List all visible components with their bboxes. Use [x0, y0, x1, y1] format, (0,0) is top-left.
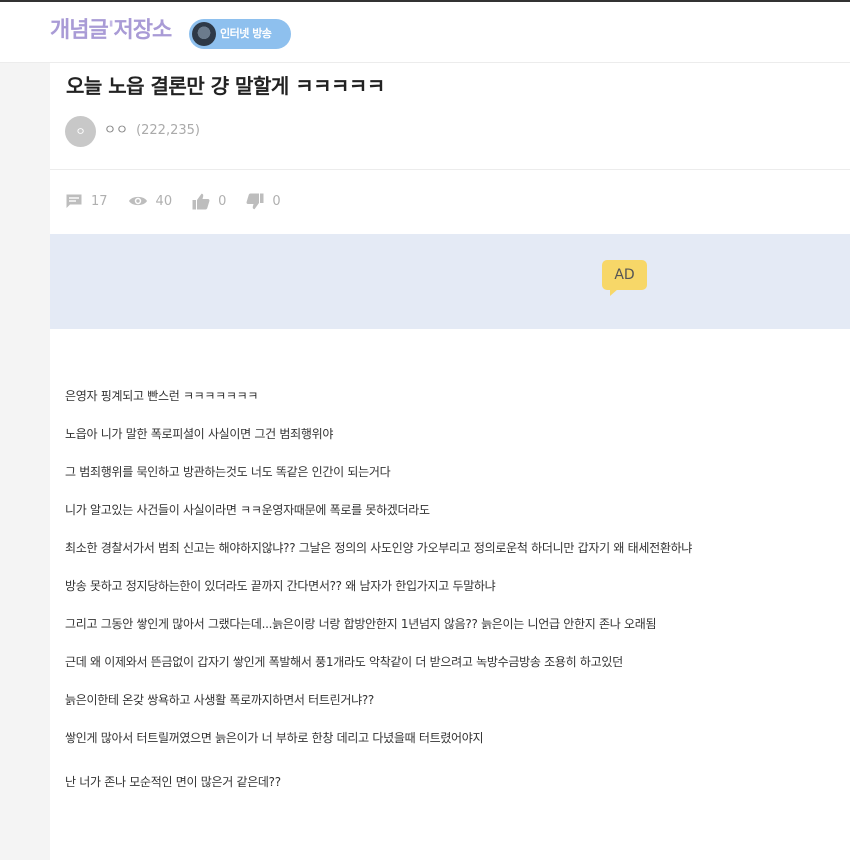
- author-points: (222,235): [136, 123, 200, 138]
- site-logo[interactable]: 개념글'저장소: [50, 16, 172, 46]
- post-body-line: 은영자 핑계되고 빤스런 ㅋㅋㅋㅋㅋㅋㅋ: [65, 389, 259, 403]
- post-body-line: 근데 왜 이제와서 뜬금없이 갑자기 쌓인게 폭발해서 풍1개라도 악착같이 더…: [65, 655, 623, 669]
- post-body: 은영자 핑계되고 빤스런 ㅋㅋㅋㅋㅋㅋㅋ 노읍아 니가 말한 폭로피셜이 사실이…: [65, 386, 835, 810]
- post-body-line: 늙은이한테 온갖 쌍욕하고 사생활 폭로까지하면서 터트린거냐??: [65, 693, 374, 707]
- post-body-line: 니가 알고있는 사건들이 사실이라면 ㅋㅋ운영자때문에 폭로를 못하겠더라도: [65, 503, 430, 517]
- ad-badge-tail: [610, 289, 618, 296]
- divider: [50, 169, 850, 170]
- live-broadcast-badge[interactable]: 인터넷 방송: [189, 19, 291, 49]
- post-container: 오늘 노읍 결론만 걍 말할게 ㅋㅋㅋㅋㅋ ㅇ ㅇㅇ (222,235) 17: [50, 63, 850, 860]
- post-body-line: 쌓인게 많아서 터트릴꺼였으면 늙은이가 너 부하로 한창 데리고 다녔을때 터…: [65, 731, 484, 745]
- post-body-line: 그 범죄행위를 묵인하고 방관하는것도 너도 똑같은 인간이 되는거다: [65, 465, 391, 479]
- comment-count[interactable]: 17: [65, 193, 108, 209]
- post-body-line: 방송 못하고 정지당하는한이 있더라도 끝까지 간다면서?? 왜 남자가 한입가…: [65, 579, 496, 593]
- like-button[interactable]: 0: [192, 193, 226, 210]
- comment-icon: [65, 193, 83, 209]
- ad-banner[interactable]: AD: [50, 234, 850, 329]
- live-badge-label: 인터넷 방송: [220, 27, 272, 40]
- view-count-value: 40: [155, 193, 173, 209]
- logo-text-2: 저장소: [113, 18, 172, 43]
- post-body-line: 그리고 그동안 쌓인게 많아서 그랬다는데...늙은이랑 너랑 합방안한지 1년…: [65, 617, 657, 631]
- post-stats: 17 40 0 0: [65, 191, 301, 211]
- post-body-line: 난 너가 존나 모순적인 면이 많은거 같은데??: [65, 775, 281, 789]
- author-avatar[interactable]: ㅇ: [65, 116, 96, 147]
- post-body-line: 노읍아 니가 말한 폭로피셜이 사실이면 그건 범죄행위야: [65, 427, 334, 441]
- logo-text: 개념글: [50, 18, 109, 43]
- broadcast-avatar: [192, 22, 216, 46]
- eye-icon: [128, 194, 148, 208]
- post-body-line: 최소한 경찰서가서 범죄 신고는 해야하지않냐?? 그날은 정의의 사도인양 가…: [65, 541, 693, 555]
- thumbs-up-icon: [192, 193, 210, 210]
- post-title: 오늘 노읍 결론만 걍 말할게 ㅋㅋㅋㅋㅋ: [66, 74, 385, 98]
- author-info: ㅇㅇ (222,235): [104, 121, 200, 141]
- view-count: 40: [128, 193, 173, 209]
- author-name[interactable]: ㅇㅇ: [104, 123, 128, 138]
- ad-badge: AD: [602, 260, 647, 290]
- dislike-button[interactable]: 0: [246, 193, 281, 210]
- dislike-count-value: 0: [272, 193, 281, 209]
- like-count-value: 0: [218, 193, 227, 209]
- site-header: 개념글'저장소 인터넷 방송: [0, 2, 850, 63]
- comment-count-value: 17: [91, 193, 108, 209]
- thumbs-down-icon: [246, 193, 264, 210]
